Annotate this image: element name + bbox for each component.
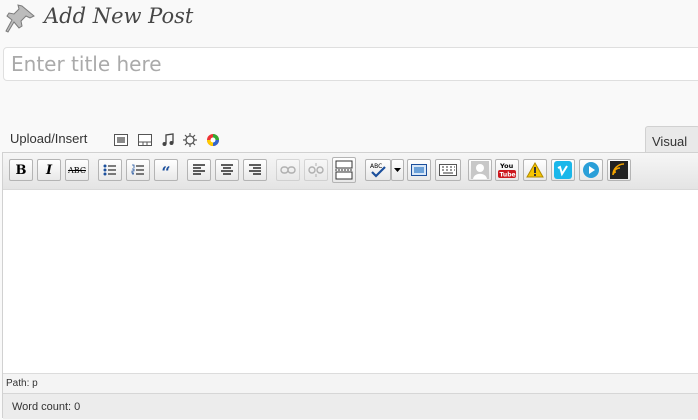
editor-content-area[interactable] [3, 190, 698, 373]
add-media-icon[interactable] [182, 132, 198, 148]
path-bar: Path: p [3, 373, 698, 393]
blockquote-button[interactable]: “ [154, 159, 178, 181]
align-right-button[interactable] [243, 159, 267, 181]
path-element-p[interactable]: p [32, 378, 38, 389]
spellcheck-language-dropdown[interactable] [391, 159, 404, 181]
kitchen-sink-button[interactable] [435, 159, 461, 181]
bullet-list-button[interactable] [98, 159, 122, 181]
align-center-button[interactable] [215, 159, 239, 181]
insert-video-player-button[interactable] [579, 159, 603, 181]
editor-toolbar: B I ABC “ ABC You Tube [3, 153, 698, 190]
spellcheck-icon: ABC [370, 163, 386, 178]
strikethrough-button[interactable]: ABC [65, 159, 89, 181]
align-right-icon [249, 164, 261, 175]
add-video-icon[interactable] [137, 132, 153, 148]
path-label: Path: [6, 378, 30, 389]
insert-youtube-button[interactable]: You Tube [495, 159, 519, 181]
youtube-icon: You Tube [498, 162, 516, 179]
word-count-label: Word count: [12, 401, 72, 413]
insert-vimeo-button[interactable] [551, 159, 575, 181]
svg-text:Tube: Tube [500, 172, 516, 179]
page-header: Add New Post [0, 0, 698, 36]
post-editor-page: Add New Post Upload/Insert Visual B I [0, 0, 698, 420]
bold-icon: B [15, 162, 27, 178]
align-left-icon [193, 164, 205, 175]
tab-visual[interactable]: Visual [645, 126, 698, 154]
fullscreen-icon [411, 164, 427, 176]
insert-avatar-button[interactable] [468, 159, 492, 181]
italic-button[interactable]: I [37, 159, 61, 181]
insert-link-button[interactable] [276, 159, 300, 181]
add-audio-icon[interactable] [160, 132, 176, 148]
strikethrough-icon: ABC [68, 165, 86, 175]
numbered-list-icon [131, 164, 144, 175]
play-circle-icon [583, 162, 599, 178]
word-count-value: 0 [74, 401, 81, 413]
insert-podcast-button[interactable] [607, 159, 631, 181]
insert-dailymotion-button[interactable] [523, 159, 547, 181]
media-buttons-row: Upload/Insert [0, 128, 698, 152]
bold-button[interactable]: B [9, 159, 33, 181]
blockquote-icon: “ [161, 162, 171, 182]
word-count-bar: Word count: 0 [3, 393, 698, 419]
add-image-icon[interactable] [113, 132, 129, 148]
kitchen-sink-icon [439, 164, 457, 176]
vimeo-icon [554, 161, 572, 179]
align-left-button[interactable] [187, 159, 211, 181]
page-title: Add New Post [44, 4, 194, 28]
fullscreen-button[interactable] [407, 159, 431, 181]
insert-more-button[interactable] [332, 157, 356, 183]
post-title-input[interactable] [3, 47, 698, 81]
unlink-button[interactable] [304, 159, 328, 181]
spellcheck-button[interactable]: ABC [365, 159, 391, 181]
align-center-icon [221, 164, 233, 175]
broadcast-icon [610, 161, 628, 179]
bullet-list-icon [103, 164, 116, 176]
numbered-list-button[interactable] [126, 159, 150, 181]
pushpin-icon [5, 4, 35, 33]
svg-text:You: You [499, 162, 514, 170]
svg-text:ABC: ABC [370, 163, 382, 170]
link-icon [280, 166, 296, 174]
chevron-down-icon [394, 168, 401, 172]
upload-insert-label: Upload/Insert [10, 131, 88, 146]
unlink-icon [308, 163, 324, 177]
italic-icon: I [45, 162, 53, 178]
add-gallery-icon[interactable] [205, 132, 221, 148]
editor-frame: B I ABC “ ABC You Tube Path: p Word coun… [2, 152, 698, 419]
avatar-icon [471, 161, 489, 179]
warning-triangle-icon [526, 162, 544, 178]
more-tag-icon [335, 160, 353, 180]
